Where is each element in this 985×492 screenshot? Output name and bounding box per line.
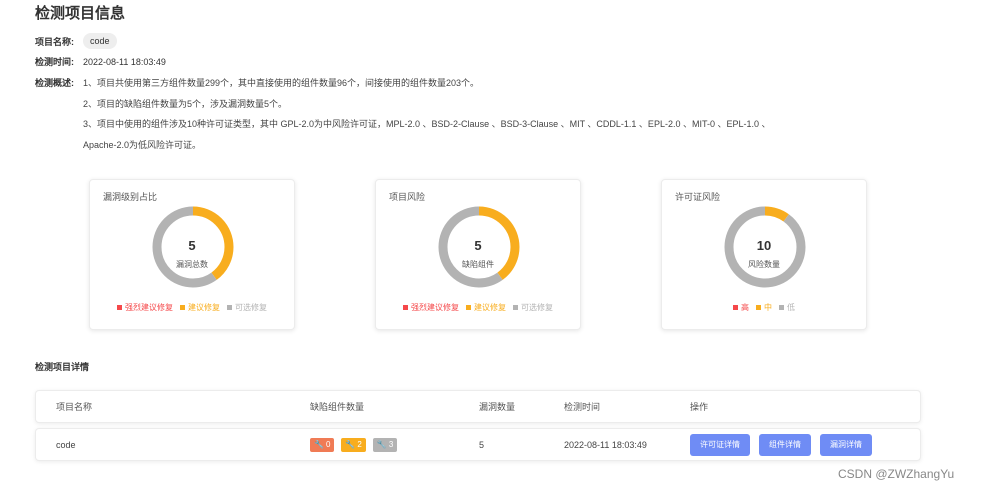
wrench-icon: 🔧 xyxy=(345,439,356,449)
donut-center-label: 缺陷组件 xyxy=(462,260,494,269)
legend-swatch xyxy=(779,305,784,310)
legend-item-0[interactable]: 强烈建议修复 xyxy=(403,302,459,313)
legend-label: 建议修复 xyxy=(474,303,506,312)
chart-legend: 强烈建议修复 建议修复 可选修复 xyxy=(376,302,580,313)
chart-legend: 高中低 xyxy=(662,302,866,313)
header-actions: 操作 xyxy=(690,402,709,412)
legend-label: 强烈建议修复 xyxy=(125,303,173,312)
legend-item-1[interactable]: 建议修复 xyxy=(466,302,506,313)
legend-item-1[interactable]: 中 xyxy=(756,302,772,313)
summary-line-4: Apache-2.0为低风险许可证。 xyxy=(83,140,202,150)
header-vuln-count: 漏洞数量 xyxy=(479,402,516,412)
license-risk-card: 许可证风险 10 风险数量 高 中 低 xyxy=(661,179,867,330)
summary-line-3: 3、项目中使用的组件涉及10种许可证类型，其中 GPL-2.0为中风险许可证，M… xyxy=(83,119,771,129)
legend-swatch xyxy=(180,305,185,310)
defect-badge-low: 🔧 3 xyxy=(372,437,398,452)
wrench-icon: 🔧 xyxy=(376,439,387,449)
legend-label: 建议修复 xyxy=(188,303,220,312)
defect-badge-medium: 🔧 2 xyxy=(341,437,366,452)
row-actions: 许可证详情 组件详情 漏洞详情 xyxy=(690,429,881,460)
vuln-details-button[interactable]: 漏洞详情 xyxy=(820,433,872,456)
project-risk-card: 项目风险 5 缺陷组件 强烈建议修复 建议修复 可选修复 xyxy=(375,179,581,330)
legend-swatch xyxy=(403,305,408,310)
donut-center-value: 10 xyxy=(756,238,772,253)
card-title: 漏洞级别占比 xyxy=(103,192,158,202)
legend-item-2[interactable]: 低 xyxy=(779,302,795,313)
legend-label: 低 xyxy=(787,303,795,312)
legend-swatch xyxy=(513,305,518,310)
vuln-level-card: 漏洞级别占比 5 漏洞总数 强烈建议修复 建议修复 可选修复 xyxy=(89,179,295,330)
legend-item-0[interactable]: 强烈建议修复 xyxy=(117,302,173,313)
row-project-name: code xyxy=(56,439,76,450)
project-name-row: 项目名称: code xyxy=(35,33,117,49)
header-project-name: 项目名称 xyxy=(56,402,93,412)
row-check-time: 2022-08-11 18:03:49 xyxy=(564,439,647,450)
summary-line-2: 2、项目的缺陷组件数量为5个，涉及漏洞数量5个。 xyxy=(83,99,288,109)
legend-item-2[interactable]: 可选修复 xyxy=(227,302,267,313)
donut-center-label: 漏洞总数 xyxy=(176,260,208,269)
legend-item-0[interactable]: 高 xyxy=(733,302,749,313)
row-vuln-count: 5 xyxy=(479,439,485,450)
row-defect-badges: 🔧 0 🔧 2 🔧 3 xyxy=(310,429,404,460)
legend-swatch xyxy=(117,305,122,310)
defect-badge-high: 🔧 0 xyxy=(310,437,335,452)
legend-item-2[interactable]: 可选修复 xyxy=(513,302,553,313)
donut-center-label: 风险数量 xyxy=(748,260,780,269)
legend-swatch xyxy=(227,305,232,310)
legend-item-1[interactable]: 建议修复 xyxy=(180,302,220,313)
header-check-time: 检测时间 xyxy=(564,402,601,412)
check-time-value: 2022-08-11 18:03:49 xyxy=(83,56,166,67)
legend-swatch xyxy=(466,305,471,310)
component-details-button[interactable]: 组件详情 xyxy=(759,433,811,456)
details-table-header: 项目名称 缺陷组件数量 漏洞数量 检测时间 操作 xyxy=(35,390,921,423)
watermark: CSDN @ZWZhangYu xyxy=(838,467,955,481)
project-name-label: 项目名称: xyxy=(35,36,74,47)
legend-swatch xyxy=(756,305,761,310)
donut-center-value: 5 xyxy=(188,238,196,253)
summary-row: 检测概述: xyxy=(35,76,83,89)
project-name-tag: code xyxy=(83,33,117,49)
summary-line-1: 1、项目共使用第三方组件数量299个，其中直接使用的组件数量96个，间接使用的组… xyxy=(83,78,480,88)
legend-label: 可选修复 xyxy=(521,303,553,312)
card-title: 项目风险 xyxy=(389,192,426,202)
table-row: code 🔧 0 🔧 2 🔧 3 5 2022-08-11 18:03:49 许可证详… xyxy=(35,428,921,461)
donut-center-value: 5 xyxy=(474,238,482,253)
summary-label: 检测概述: xyxy=(35,78,74,88)
legend-label: 强烈建议修复 xyxy=(411,303,459,312)
legend-label: 高 xyxy=(741,303,749,312)
check-time-label: 检测时间: xyxy=(35,57,74,67)
license-details-button[interactable]: 许可证详情 xyxy=(690,433,750,456)
legend-swatch xyxy=(733,305,738,310)
legend-label: 中 xyxy=(764,303,772,312)
wrench-icon: 🔧 xyxy=(314,439,324,449)
card-title: 许可证风险 xyxy=(675,192,721,202)
legend-label: 可选修复 xyxy=(235,303,267,312)
check-time-row: 检测时间: 2022-08-11 18:03:49 xyxy=(35,55,166,68)
page-title: 检测项目信息 xyxy=(35,5,126,22)
details-section-title: 检测项目详情 xyxy=(35,362,90,372)
header-defect-count: 缺陷组件数量 xyxy=(310,402,365,412)
chart-legend: 强烈建议修复 建议修复 可选修复 xyxy=(90,302,294,313)
